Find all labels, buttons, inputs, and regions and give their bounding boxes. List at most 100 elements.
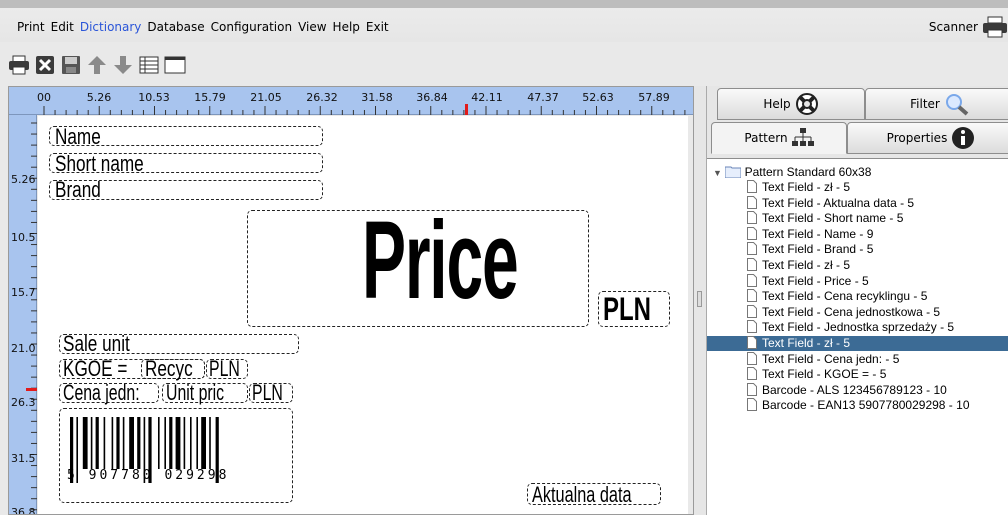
field-recyc-currency[interactable]: PLN — [206, 356, 248, 381]
window-icon[interactable] — [164, 54, 186, 76]
ruler-label: 42.11 — [471, 91, 503, 104]
barcode-bar — [183, 417, 186, 469]
table-icon[interactable] — [138, 54, 160, 76]
tree-item[interactable]: Text Field - zł - 5 — [707, 258, 1008, 273]
menubar: Print Edit Dictionary Database Configura… — [0, 0, 1008, 42]
ruler-label: 26.32 — [306, 91, 338, 104]
tree-item-label: Text Field - zł - 5 — [762, 180, 851, 194]
field-short-name[interactable]: Short name — [49, 151, 323, 176]
document-icon — [747, 336, 757, 349]
menu-list: Print Edit Dictionary Database Configura… — [14, 20, 392, 34]
document-icon — [747, 289, 757, 303]
menu-configuration[interactable]: Configuration — [208, 20, 295, 34]
field-sale-unit[interactable]: Sale unit — [59, 331, 299, 356]
field-recyc-currency-text: PLN — [209, 356, 240, 381]
menu-edit[interactable]: Edit — [48, 20, 77, 34]
tree-item[interactable]: Text Field - zł - 5 — [707, 180, 1008, 195]
ruler-label: 21.05 — [250, 91, 282, 104]
tree-item[interactable]: Text Field - Jednostka sprzedaży - 5 — [707, 320, 1008, 335]
tab-properties[interactable]: Properties — [847, 122, 1008, 154]
panel-splitter[interactable] — [694, 86, 706, 515]
field-kgoe-text: KGOE = — [63, 356, 128, 381]
tree-item[interactable]: Text Field - Aktualna data - 5 — [707, 195, 1008, 211]
label-design-area: Name Short name Brand Price PLN Sale uni… — [38, 116, 688, 514]
ruler-label: 57.89 — [638, 91, 670, 104]
tree-item-label: Text Field - KGOE = - 5 — [762, 367, 887, 382]
field-recyc-text: Recyc — [145, 356, 193, 381]
menu-print[interactable]: Print — [14, 20, 48, 34]
barcode-bar — [95, 417, 99, 469]
tree-root-label: Pattern Standard 60x38 — [744, 165, 872, 179]
splitter-grip[interactable] — [697, 291, 702, 307]
tree-item[interactable]: Text Field - Cena recyklingu - 5 — [707, 289, 1008, 304]
field-price[interactable]: Price — [247, 199, 589, 327]
tree-item[interactable]: Text Field - Cena jednostkowa - 5 — [707, 304, 1008, 320]
horizontal-ruler: 00 5.26 10.53 15.79 21.05 26.32 31.58 36… — [9, 87, 693, 115]
field-unit-currency[interactable]: PLN — [249, 380, 293, 405]
down-arrow-icon[interactable] — [112, 54, 134, 76]
barcode-bar — [164, 417, 166, 469]
tree-item[interactable]: Barcode - ALS 123456789123 - 10 — [707, 382, 1008, 398]
tree-item[interactable]: Text Field - zł - 5 — [707, 336, 1008, 351]
barcode-bar — [209, 417, 211, 469]
document-icon — [747, 258, 757, 271]
info-icon — [952, 127, 975, 149]
close-icon[interactable] — [34, 54, 56, 76]
tab-pattern[interactable]: Pattern — [711, 122, 847, 154]
toolbar — [8, 50, 186, 80]
tree-item-label: Text Field - Jednostka sprzedaży - 5 — [762, 320, 955, 335]
up-arrow-icon[interactable] — [86, 54, 108, 76]
menu-help[interactable]: Help — [330, 20, 363, 34]
document-icon — [747, 398, 757, 412]
tree-item-label: Text Field - Short name - 5 — [762, 211, 904, 226]
tree-item-label: Text Field - Cena jednostkowa - 5 — [762, 304, 941, 319]
menu-view[interactable]: View — [295, 20, 329, 34]
field-name[interactable]: Name — [49, 124, 323, 149]
document-icon — [747, 226, 757, 240]
barcode-bar — [158, 417, 160, 469]
field-name-text: Name — [55, 124, 101, 149]
tree-item-label: Text Field - Price - 5 — [762, 273, 869, 288]
lifebuoy-icon — [795, 93, 818, 115]
magnifier-icon — [945, 94, 969, 116]
tree-item-label: Text Field - zł - 5 — [762, 258, 851, 272]
barcode-bar — [103, 417, 106, 469]
barcode-digits: 5 907780 029298 — [67, 468, 230, 483]
save-icon[interactable] — [60, 54, 82, 76]
document-icon — [747, 180, 757, 193]
field-recyc[interactable]: Recyc — [141, 356, 205, 381]
document-icon — [747, 211, 757, 225]
tree-item[interactable]: Text Field - Short name - 5 — [707, 211, 1008, 226]
tree-item[interactable]: Barcode - EAN13 5907780029298 - 10 — [707, 398, 1008, 413]
document-icon — [747, 195, 757, 209]
scanner-printer-icon[interactable] — [982, 16, 1008, 38]
tree-item[interactable]: Text Field - Cena jedn: - 5 — [707, 351, 1008, 367]
field-aktualna-data[interactable]: Aktualna data — [527, 482, 661, 507]
tree-item-label: Text Field - Aktualna data - 5 — [762, 195, 915, 210]
tree-root[interactable]: ▼ Pattern Standard 60x38 — [713, 165, 871, 180]
field-price-currency[interactable]: PLN — [598, 291, 670, 327]
field-brand-text: Brand — [55, 177, 101, 202]
expand-triangle-icon[interactable]: ▼ — [713, 168, 722, 178]
barcode-bar — [137, 417, 141, 469]
ruler-label: 00 — [37, 91, 51, 104]
menu-dictionary[interactable]: Dictionary — [77, 20, 145, 34]
barcode-graphic — [70, 417, 219, 483]
tree-item[interactable]: Text Field - Name - 9 — [707, 226, 1008, 242]
document-icon — [747, 273, 757, 287]
vertical-ruler-marker — [26, 388, 37, 391]
tab-filter[interactable]: Filter — [865, 88, 1008, 120]
menu-exit[interactable]: Exit — [363, 20, 392, 34]
field-barcode[interactable]: 5 907780 029298 — [59, 408, 293, 503]
field-brand[interactable]: Brand — [49, 177, 323, 202]
tab-help[interactable]: Help — [717, 88, 865, 120]
field-unit-price[interactable]: Unit pric — [162, 380, 248, 405]
printer-icon[interactable] — [8, 54, 30, 76]
tree-item[interactable]: Text Field - KGOE = - 5 — [707, 367, 1008, 382]
tree-item[interactable]: Text Field - Price - 5 — [707, 273, 1008, 289]
ruler-label: 10.5 — [11, 231, 36, 244]
tree-item[interactable]: Text Field - Brand - 5 — [707, 242, 1008, 257]
field-cena-jedn[interactable]: Cena jedn: — [59, 380, 159, 405]
menu-database[interactable]: Database — [144, 20, 207, 34]
tab-pattern-label: Pattern — [744, 131, 788, 145]
